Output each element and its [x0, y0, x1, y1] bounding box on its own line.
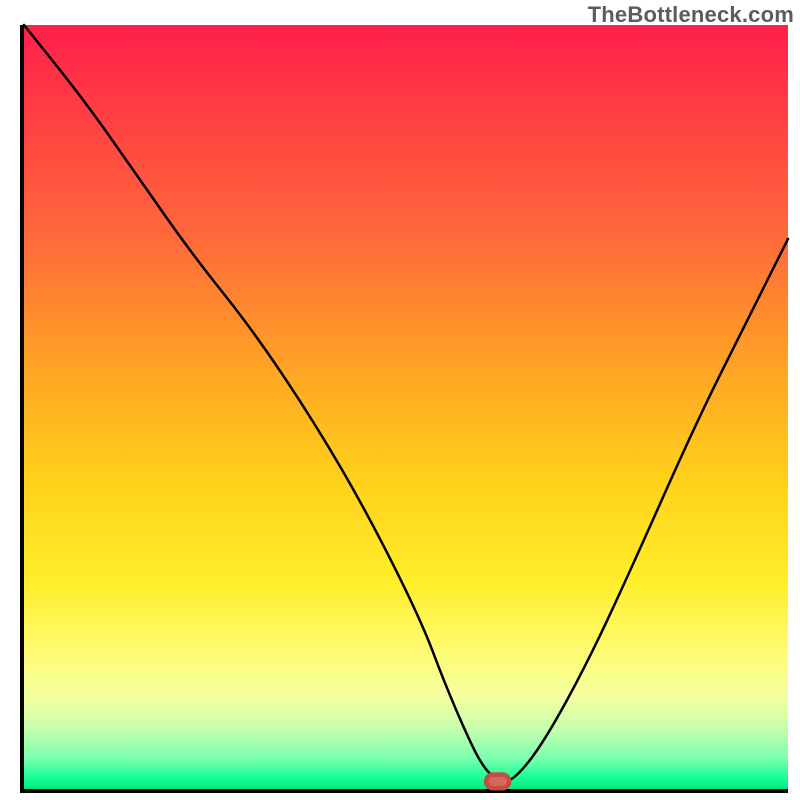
bottleneck-curve [24, 25, 788, 781]
bottleneck-figure: TheBottleneck.com [0, 0, 800, 800]
optimal-point-marker [486, 774, 509, 788]
plot-area [20, 25, 788, 793]
curve-svg [24, 25, 788, 789]
